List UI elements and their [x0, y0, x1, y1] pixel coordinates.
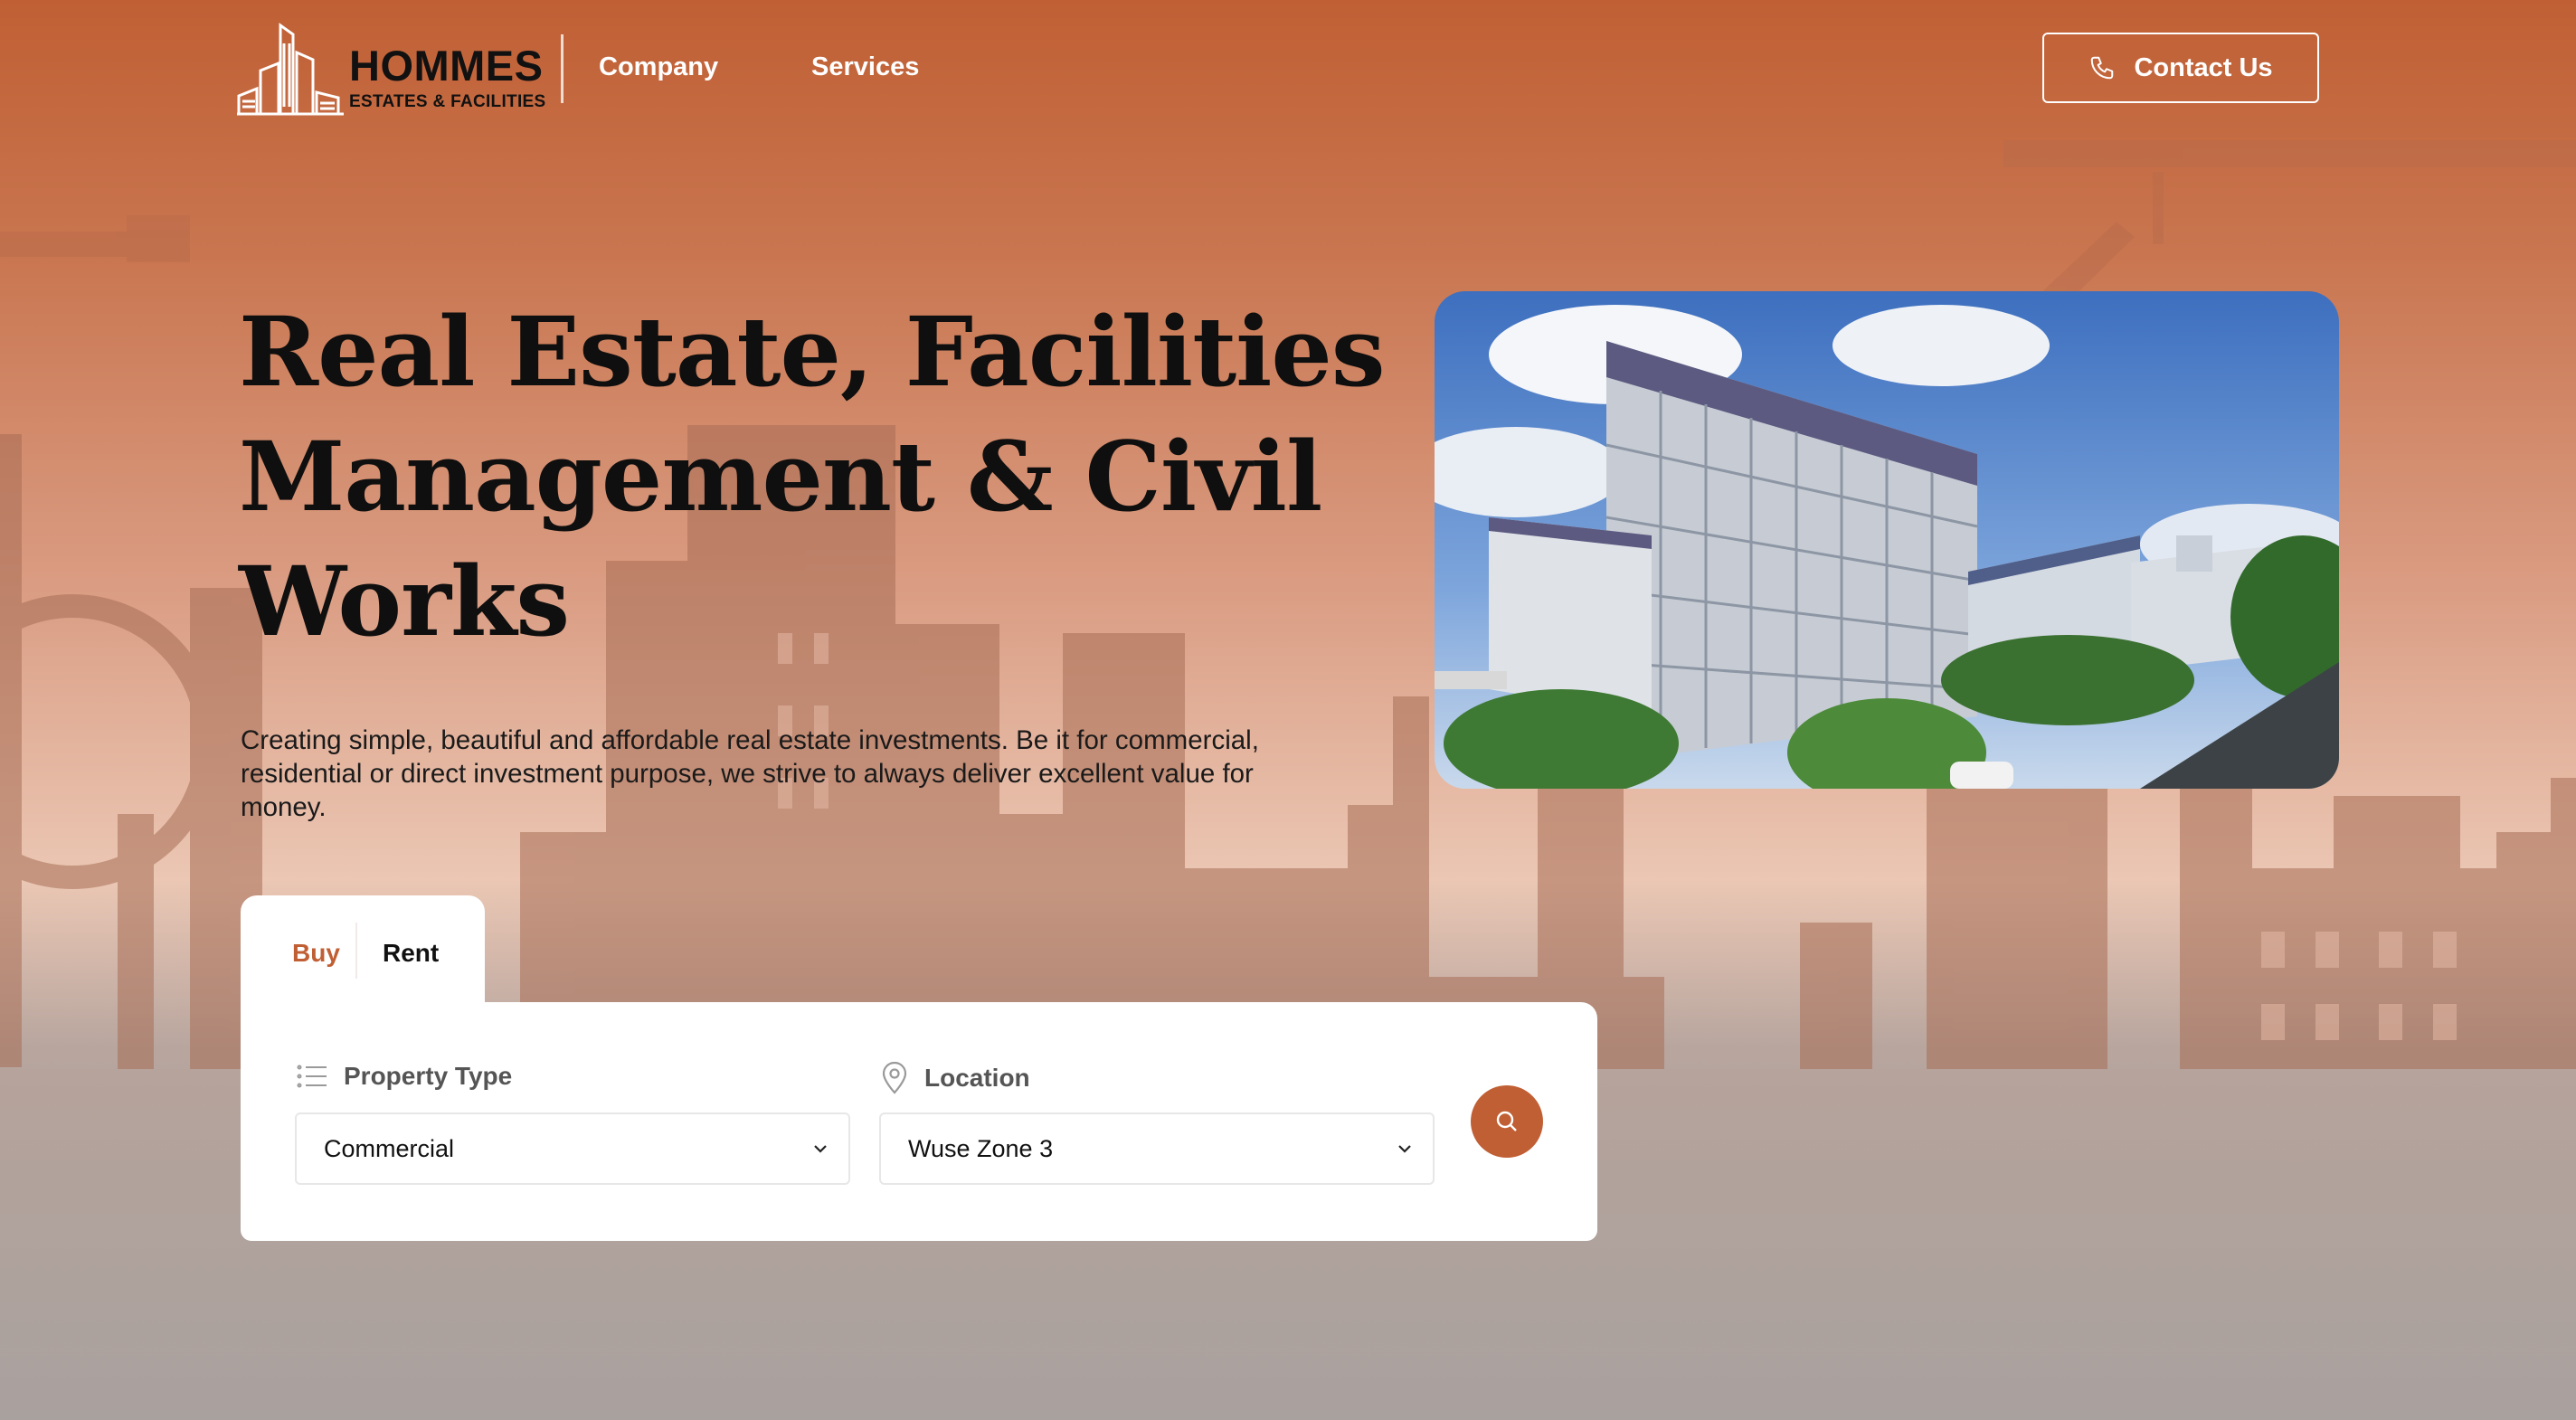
tab-buy[interactable]: Buy	[292, 939, 340, 968]
property-type-select[interactable]: Commercial	[295, 1112, 850, 1185]
location-value: Wuse Zone 3	[908, 1134, 1054, 1162]
hero-building-render	[1435, 291, 2339, 789]
contact-us-label: Contact Us	[2134, 52, 2273, 82]
phone-icon	[2091, 56, 2114, 80]
list-icon	[297, 1065, 327, 1088]
location-select[interactable]: Wuse Zone 3	[879, 1112, 1435, 1185]
nav-services[interactable]: Services	[811, 52, 919, 82]
tab-divider	[355, 923, 357, 979]
building-logo-icon	[237, 23, 344, 116]
hero-title: Real Estate, Facilities Management & Civ…	[239, 295, 1386, 658]
brand-logo[interactable]: HOMMES ESTATES & FACILITIES	[237, 16, 545, 116]
search-icon	[1496, 1111, 1517, 1131]
property-type-label: Property Type	[344, 1062, 513, 1090]
hero-description: Creating simple, beautiful and affordabl…	[241, 725, 1259, 822]
search-button[interactable]	[1471, 1085, 1543, 1158]
tab-rent[interactable]: Rent	[383, 939, 439, 968]
contact-us-button[interactable]: Contact Us	[2042, 33, 2319, 103]
header-divider	[561, 34, 564, 103]
property-type-value: Commercial	[324, 1134, 455, 1162]
property-search-card: Property Type Commercial Location Wuse Z…	[241, 1002, 1597, 1241]
logo-name: HOMMES	[349, 42, 544, 90]
chevron-down-icon	[1398, 1145, 1411, 1153]
logo-tagline: ESTATES & FACILITIES	[349, 92, 546, 111]
property-type-label-row: Property Type	[297, 1062, 512, 1091]
location-label: Location	[924, 1064, 1030, 1092]
nav-company[interactable]: Company	[599, 52, 718, 82]
location-label-row: Location	[881, 1062, 1030, 1094]
listing-mode-tabs: Buy Rent	[241, 895, 485, 1004]
chevron-down-icon	[814, 1145, 827, 1153]
map-pin-icon	[882, 1062, 907, 1094]
